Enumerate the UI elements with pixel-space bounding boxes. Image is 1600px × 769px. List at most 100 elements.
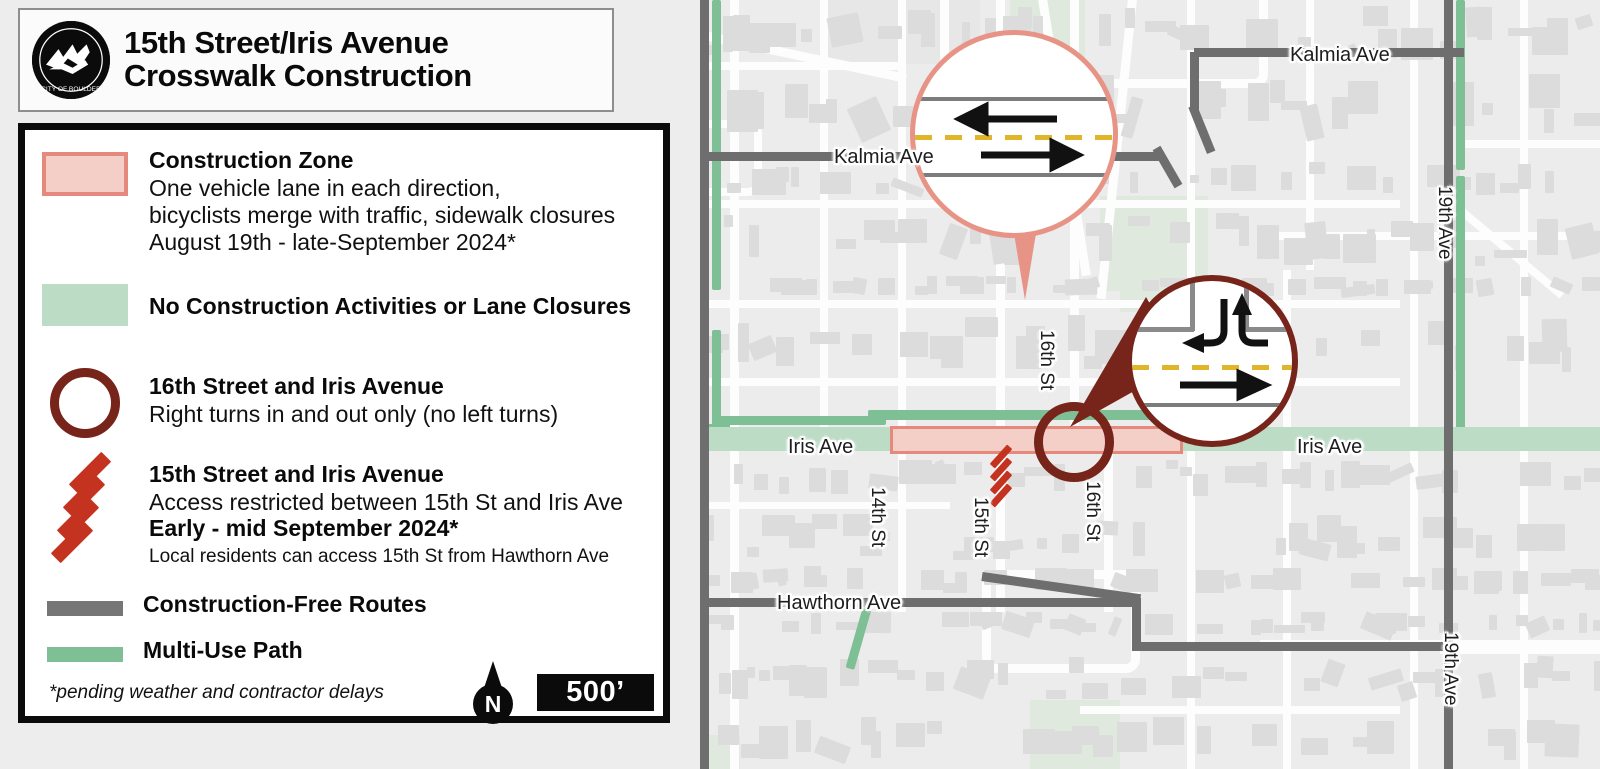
building-footprint — [1190, 175, 1199, 183]
map-graphic: Kalmia AveKalmia AveBroadwayBroadwayIris… — [0, 0, 1600, 769]
building-footprint — [809, 468, 826, 492]
legend-item-construction-zone: Construction Zone One vehicle lane in ea… — [25, 130, 663, 260]
legend-item-15th-street: 15th Street and Iris Avenue Access restr… — [25, 451, 663, 590]
map-label-iris-ave-west: Iris Ave — [788, 436, 854, 458]
building-footprint — [724, 215, 733, 227]
building-footprint — [927, 721, 942, 734]
building-footprint — [1196, 570, 1224, 593]
building-footprint — [1180, 25, 1209, 50]
building-footprint — [796, 720, 811, 752]
building-footprint — [1553, 619, 1564, 630]
legend-line-15th-street-1: Access restricted between 15th St and Ir… — [149, 489, 623, 515]
multi-use-path-19th — [1456, 0, 1465, 170]
building-footprint — [1273, 568, 1301, 590]
building-footprint — [1594, 661, 1600, 691]
building-footprint — [1304, 678, 1320, 691]
building-footprint — [747, 547, 759, 557]
building-footprint — [826, 99, 837, 115]
scale-bar: 500’ — [537, 674, 654, 711]
building-footprint — [993, 541, 1010, 559]
building-footprint — [718, 725, 739, 745]
building-footprint — [942, 612, 969, 627]
building-footprint — [1270, 80, 1285, 103]
building-footprint — [921, 570, 944, 590]
multi-use-path-swatch — [47, 647, 123, 662]
building-footprint — [1121, 678, 1146, 695]
building-footprint — [1325, 470, 1334, 491]
building-footprint — [1585, 575, 1600, 590]
legend-subnote-15th-street: Local residents can access 15th St from … — [149, 546, 610, 567]
legend-line-16th-street-1: Right turns in and out only (no left tur… — [149, 401, 559, 427]
building-footprint — [1300, 462, 1311, 488]
building-footprint — [811, 613, 821, 634]
street-vertical-19th-side — [1410, 0, 1418, 769]
building-footprint — [1355, 543, 1365, 554]
building-footprint — [791, 167, 799, 187]
building-footprint — [847, 568, 863, 589]
street-horizontal-i — [1460, 140, 1600, 148]
building-footprint — [733, 15, 750, 51]
legend-item-construction-free-routes: Construction-Free Routes — [25, 590, 663, 636]
building-footprint — [804, 667, 827, 698]
building-footprint — [1532, 27, 1548, 55]
callout-right-turns-only[interactable] — [1050, 275, 1300, 475]
building-footprint — [1383, 177, 1393, 193]
route-hawthorn — [700, 598, 1140, 607]
building-footprint — [812, 514, 837, 529]
building-footprint — [779, 477, 789, 494]
building-footprint — [1454, 576, 1468, 590]
building-footprint — [1541, 524, 1565, 551]
street-horizontal-j — [1440, 646, 1600, 654]
building-footprint — [1593, 620, 1600, 631]
callout-right-turn-in-arrowhead — [1232, 293, 1252, 315]
map-label-hawthorn-ave: Hawthorn Ave — [777, 592, 902, 614]
building-footprint — [1416, 280, 1434, 290]
legend-heading-no-construction: No Construction Activities or Lane Closu… — [149, 293, 632, 319]
building-footprint — [776, 337, 794, 366]
building-footprint — [1494, 250, 1527, 258]
building-footprint — [826, 12, 864, 48]
multi-use-path-19th-2 — [1456, 176, 1465, 436]
building-footprint — [1476, 535, 1492, 558]
building-footprint — [1504, 731, 1516, 760]
building-footprint — [897, 670, 915, 680]
map-label-19th-ave-south: 19th Ave — [1440, 632, 1461, 706]
building-footprint — [850, 276, 868, 296]
building-footprint — [1316, 338, 1327, 356]
page-title-line1: 15th Street/Iris Avenue — [124, 25, 449, 61]
building-footprint — [1172, 676, 1201, 698]
building-footprint — [1579, 613, 1587, 633]
building-footprint — [1544, 109, 1554, 133]
multi-use-path-broadway-2 — [712, 330, 721, 430]
building-footprint — [1351, 573, 1380, 588]
building-footprint — [868, 660, 898, 673]
building-footprint — [1081, 623, 1096, 632]
legend-item-16th-street: 16th Street and Iris Avenue Right turns … — [25, 362, 663, 457]
building-footprint — [1301, 738, 1328, 755]
building-footprint — [1507, 336, 1524, 361]
building-footprint — [738, 92, 764, 129]
map-canvas[interactable]: Kalmia AveKalmia AveBroadwayBroadwayIris… — [700, 0, 1600, 769]
building-footprint — [732, 670, 748, 699]
building-footprint — [1246, 19, 1278, 48]
map-label-16th-st-north: 16th St — [1036, 330, 1057, 391]
building-footprint — [1069, 657, 1084, 673]
building-footprint — [1251, 575, 1274, 589]
building-footprint — [749, 23, 770, 53]
building-footprint — [1348, 81, 1378, 114]
building-footprint — [1170, 222, 1190, 243]
building-footprint — [1520, 462, 1551, 486]
multi-use-path-broadway — [712, 0, 721, 290]
building-footprint — [1216, 213, 1239, 229]
legend-heading-construction-zone: Construction Zone — [149, 147, 354, 173]
callout-right-turn-out-arrowhead — [1182, 333, 1204, 353]
building-footprint — [1093, 735, 1113, 757]
multi-use-path-iris-jog — [716, 416, 886, 425]
map-label-19th-ave-north: 19th Ave — [1434, 186, 1455, 260]
callout-bubble-dark — [1126, 275, 1298, 447]
gray-route-swatch — [47, 601, 123, 616]
street-horizontal-e — [700, 502, 950, 509]
callout-bubble-light — [910, 30, 1118, 238]
building-footprint — [878, 278, 895, 295]
building-footprint — [1197, 624, 1223, 634]
